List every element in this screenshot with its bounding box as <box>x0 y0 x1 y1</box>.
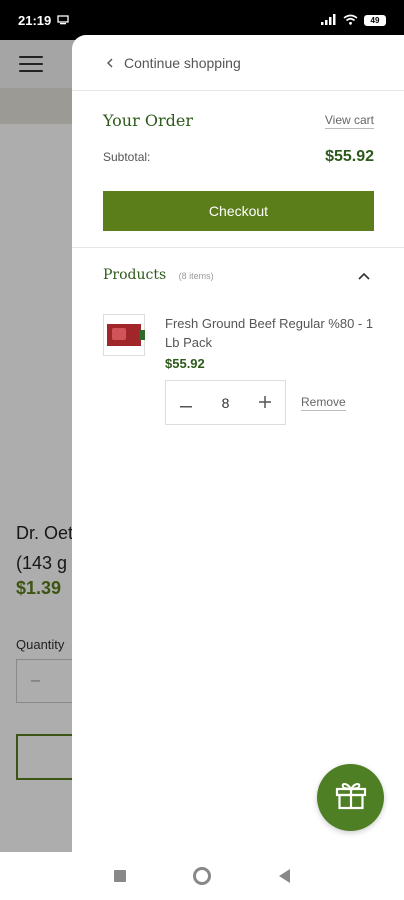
quantity-value[interactable]: 8 <box>222 395 230 411</box>
cart-drawer: Continue shopping Your Order View cart S… <box>72 35 404 852</box>
cart-item: Fresh Ground Beef Regular %80 - 1 Lb Pac… <box>72 314 404 425</box>
products-title: Products <box>103 267 167 283</box>
continue-shopping-label: Continue shopping <box>124 54 241 71</box>
wifi-icon <box>343 13 358 28</box>
nav-home-icon[interactable] <box>193 867 212 885</box>
signal-icon <box>321 13 337 28</box>
status-bar: 21:19 49 <box>0 0 404 40</box>
navigation-bar <box>0 852 404 900</box>
battery-icon: 49 <box>364 14 386 26</box>
screen-icon <box>57 13 69 28</box>
divider <box>72 247 404 248</box>
chevron-up-icon[interactable] <box>358 267 370 283</box>
product-thumbnail[interactable] <box>103 314 145 356</box>
nav-recents-icon[interactable] <box>113 870 126 882</box>
gift-button[interactable] <box>317 764 384 831</box>
products-count: (8 items) <box>178 271 214 281</box>
view-cart-link[interactable]: View cart <box>324 113 374 129</box>
product-name[interactable]: Fresh Ground Beef Regular %80 - 1 Lb Pac… <box>165 314 377 352</box>
chevron-left-icon <box>106 55 114 71</box>
subtotal-value: $55.92 <box>325 148 374 165</box>
status-time: 21:19 <box>18 12 52 28</box>
checkout-button[interactable]: Checkout <box>103 191 374 231</box>
product-price: $55.92 <box>165 356 205 371</box>
plus-icon[interactable] <box>258 392 271 413</box>
nav-back-icon[interactable] <box>279 869 291 883</box>
subtotal-label: Subtotal: <box>103 150 151 164</box>
minus-icon[interactable] <box>180 392 192 413</box>
quantity-stepper: 8 <box>165 380 286 425</box>
order-title: Your Order <box>103 111 193 130</box>
continue-shopping-link[interactable]: Continue shopping <box>72 35 404 91</box>
remove-link[interactable]: Remove <box>301 395 346 411</box>
gift-icon <box>335 780 367 815</box>
products-section-header[interactable]: Products (8 items) <box>72 266 404 284</box>
